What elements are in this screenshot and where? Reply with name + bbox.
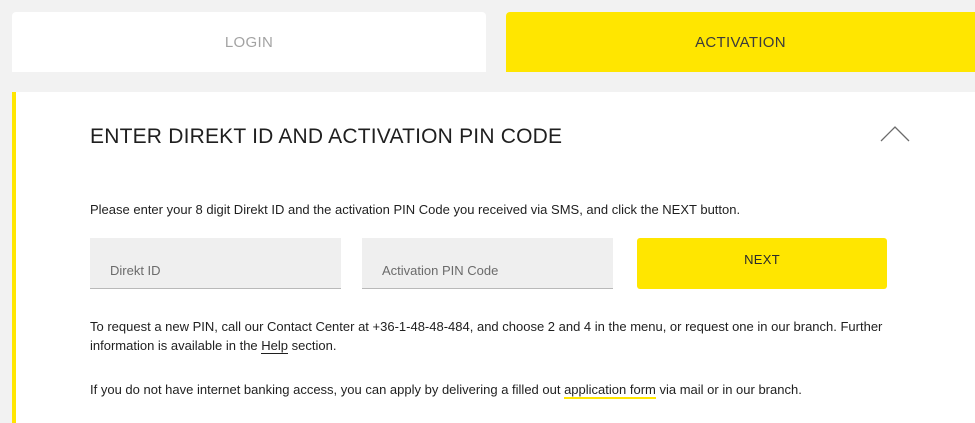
access-info-text: If you do not have internet banking acce… <box>90 380 920 399</box>
application-form-link[interactable]: application form <box>564 382 656 399</box>
access-info-text-start: If you do not have internet banking acce… <box>90 382 565 397</box>
tab-activation-label: ACTIVATION <box>695 33 786 51</box>
chevron-up-icon[interactable] <box>878 122 912 144</box>
panel-title: ENTER DIREKT ID AND ACTIVATION PIN CODE <box>90 125 563 148</box>
tab-login[interactable]: LOGIN <box>12 12 486 72</box>
pin-info-text: To request a new PIN, call our Contact C… <box>90 317 900 355</box>
activation-pin-input[interactable] <box>362 238 613 289</box>
pin-info-text-start: To request a new PIN, call our Contact C… <box>90 319 883 353</box>
access-info-text-end: via mail or in our branch. <box>655 382 802 397</box>
direkt-id-input[interactable] <box>90 238 341 289</box>
next-button[interactable]: NEXT <box>637 238 887 289</box>
tab-bar: LOGIN ACTIVATION <box>12 12 975 72</box>
activation-panel: ENTER DIREKT ID AND ACTIVATION PIN CODE … <box>12 92 975 423</box>
pin-info-text-end: section. <box>288 338 337 353</box>
help-link[interactable]: Help <box>261 338 289 354</box>
tab-login-label: LOGIN <box>224 33 274 51</box>
instruction-text: Please enter your 8 digit Direkt ID and … <box>90 202 741 217</box>
tab-activation[interactable]: ACTIVATION <box>506 12 975 72</box>
